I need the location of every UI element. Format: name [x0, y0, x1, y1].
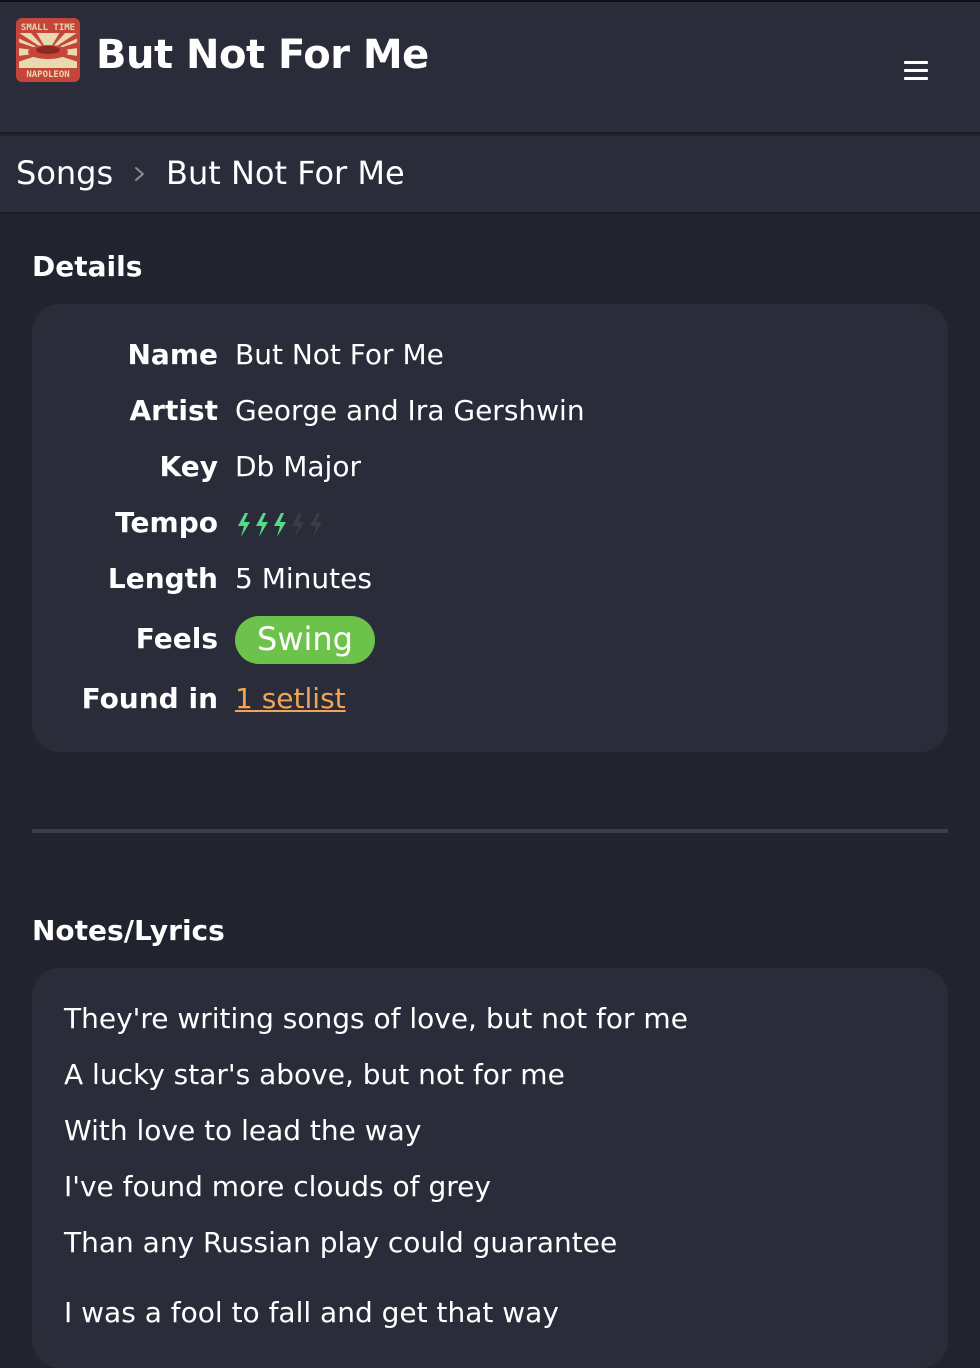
hamburger-icon: [904, 61, 928, 64]
breadcrumb: Songs But Not For Me: [0, 136, 980, 214]
hamburger-icon-line: [904, 77, 928, 80]
section-divider: [32, 829, 948, 833]
notes-lyrics-heading: Notes/Lyrics: [32, 914, 225, 947]
name-value: But Not For Me: [235, 338, 444, 371]
key-value: Db Major: [235, 450, 361, 483]
length-value: 5 Minutes: [235, 562, 372, 595]
logo-text-top: SMALL TIME: [21, 23, 75, 33]
feels-label: Feels: [135, 622, 218, 655]
lightning-bolt-icon: [274, 513, 286, 537]
found-in-label: Found in: [81, 682, 218, 715]
page-header-title: But Not For Me: [96, 32, 429, 78]
band-logo[interactable]: SMALL TIME NAPOLEON: [16, 18, 80, 82]
notes-lyrics-card: They're writing songs of love, but not f…: [32, 968, 948, 1368]
breadcrumb-current: But Not For Me: [166, 154, 405, 192]
breadcrumb-songs-link[interactable]: Songs: [16, 154, 113, 192]
tempo-rating: [238, 513, 322, 537]
lyric-line: With love to lead the way: [64, 1114, 422, 1147]
setlist-count-link[interactable]: 1 setlist: [235, 682, 346, 715]
lyric-line: They're writing songs of love, but not f…: [64, 1002, 688, 1035]
logo-text-bottom: NAPOLEON: [26, 70, 69, 80]
name-label: Name: [127, 338, 219, 371]
lightning-bolt-icon: [256, 513, 268, 537]
details-heading: Details: [32, 250, 143, 283]
details-card: Name But Not For Me Artist George and Ir…: [32, 304, 948, 752]
length-label: Length: [107, 562, 218, 595]
artist-value: George and Ira Gershwin: [235, 394, 585, 427]
lightning-bolt-icon: [310, 513, 322, 537]
lightning-bolt-icon: [238, 513, 250, 537]
artist-label: Artist: [129, 394, 218, 427]
lightning-bolt-icon: [292, 513, 304, 537]
lyric-line: I was a fool to fall and get that way: [64, 1296, 559, 1329]
lyric-line: Than any Russian play could guarantee: [64, 1226, 618, 1259]
lyric-line: I've found more clouds of grey: [64, 1170, 491, 1203]
lyric-line: A lucky star's above, but not for me: [64, 1058, 565, 1091]
top-bar: SMALL TIME NAPOLEON But Not For Me: [0, 0, 980, 134]
hamburger-icon-line: [904, 69, 928, 72]
chevron-right-icon: [135, 167, 144, 181]
key-label: Key: [159, 450, 218, 483]
menu-button[interactable]: [900, 58, 932, 86]
feel-tag-swing[interactable]: Swing: [235, 616, 375, 664]
tempo-label: Tempo: [115, 506, 218, 539]
